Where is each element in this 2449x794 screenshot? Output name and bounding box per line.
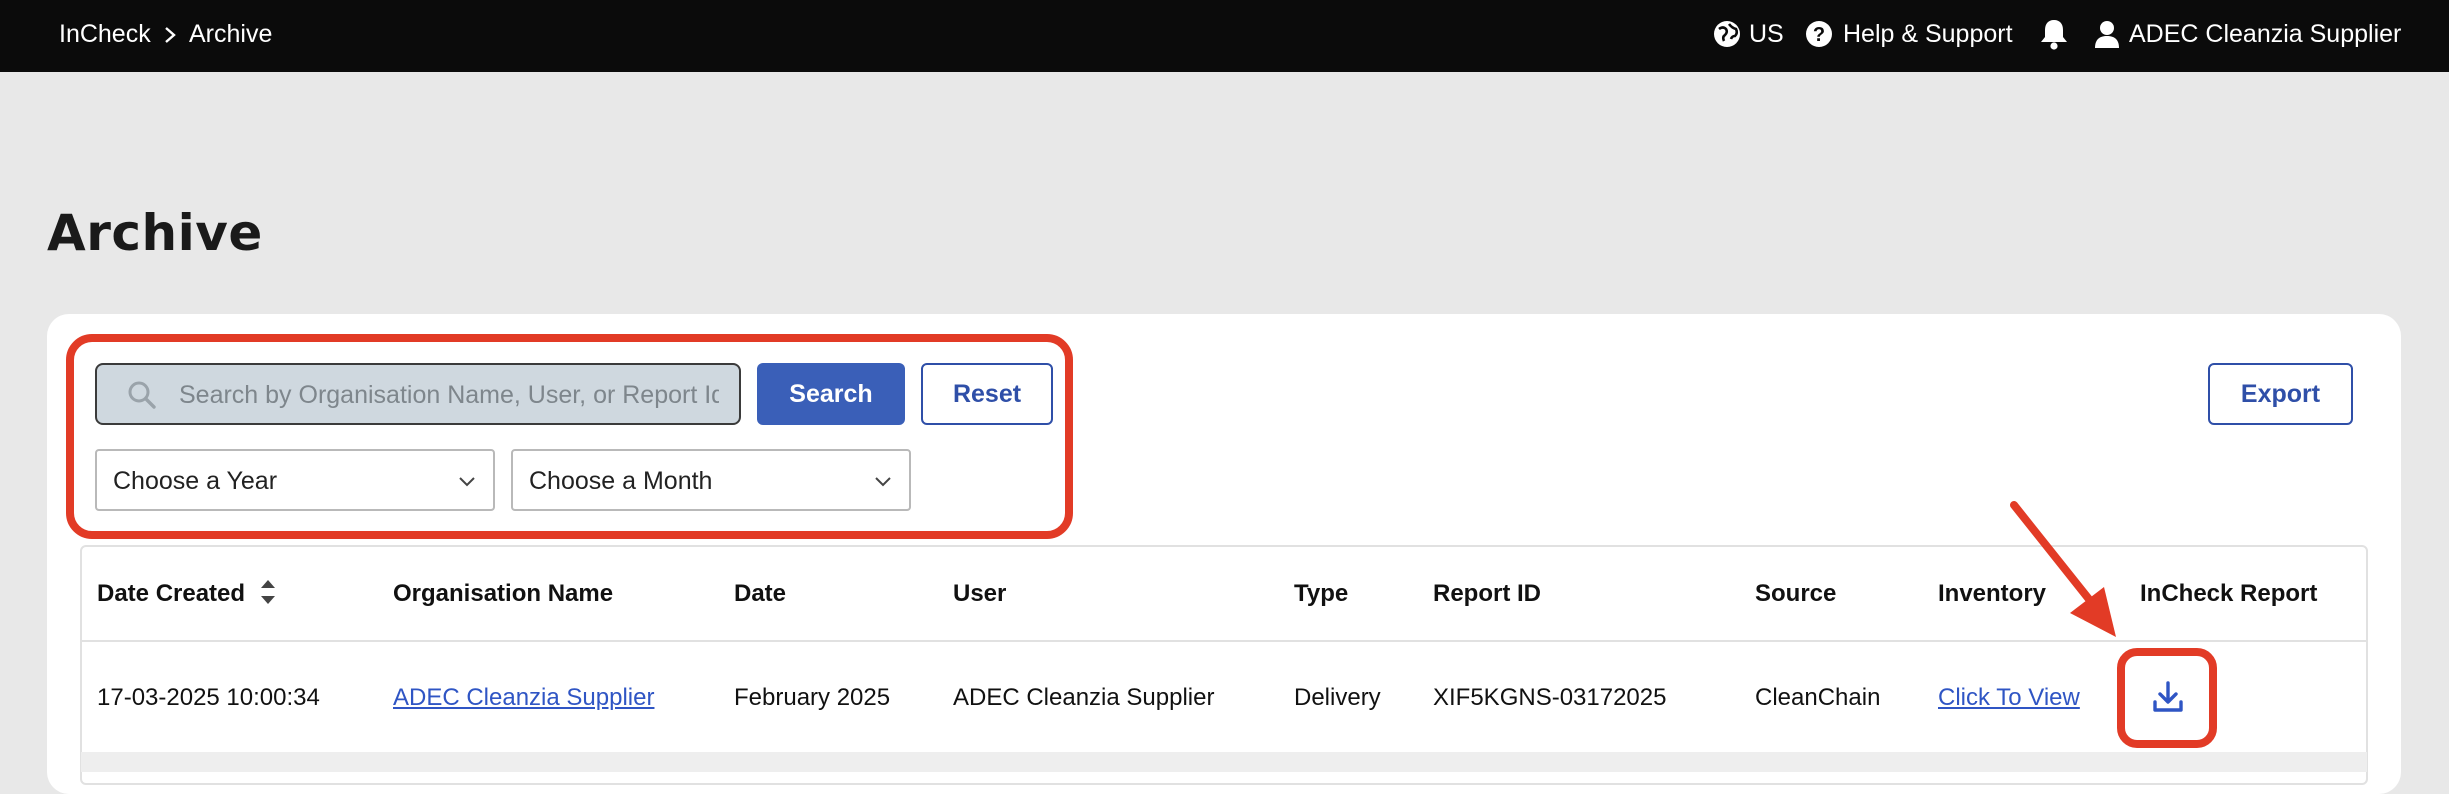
cell-date-created: 17-03-2025 10:00:34	[97, 684, 320, 711]
cell-user: ADEC Cleanzia Supplier	[953, 684, 1215, 711]
top-nav-bar: InCheck Archive US ? Help & Support ADEC…	[0, 0, 2449, 72]
region-selector[interactable]: US	[1713, 16, 1784, 52]
annotation-arrow	[2010, 501, 2116, 637]
page-title: Archive	[47, 204, 263, 262]
help-support-label: Help & Support	[1843, 19, 2013, 48]
cell-inventory-link[interactable]: Click To View	[1938, 684, 2080, 712]
help-support-link[interactable]: ? Help & Support	[1805, 16, 2013, 52]
column-header-source: Source	[1755, 580, 1837, 607]
cell-report-id: XIF5KGNS-03172025	[1433, 684, 1667, 711]
user-icon	[2095, 21, 2119, 48]
annotation-highlight-filters	[66, 334, 1073, 539]
column-header-incheck-report: InCheck Report	[2140, 580, 2318, 607]
cell-source: CleanChain	[1755, 684, 1881, 711]
globe-icon	[1714, 21, 1740, 47]
user-name: ADEC Cleanzia Supplier	[2129, 19, 2402, 48]
bell-icon	[2041, 20, 2067, 50]
breadcrumb-incheck[interactable]: InCheck	[59, 20, 151, 49]
notifications-button[interactable]	[2039, 16, 2069, 52]
column-header-organisation: Organisation Name	[393, 580, 614, 607]
region-label: US	[1749, 19, 1784, 48]
svg-text:?: ?	[1813, 24, 1825, 46]
chevron-right-icon	[165, 27, 176, 43]
table-row-next	[81, 752, 2367, 772]
column-header-type: Type	[1294, 580, 1349, 607]
cell-type: Delivery	[1294, 684, 1381, 711]
annotation-highlight-download	[2117, 648, 2217, 748]
cell-date: February 2025	[734, 684, 891, 711]
column-header-date: Date	[734, 580, 787, 607]
question-circle-icon: ?	[1806, 21, 1832, 47]
user-menu[interactable]: ADEC Cleanzia Supplier	[2094, 16, 2401, 52]
cell-organisation-link[interactable]: ADEC Cleanzia Supplier	[393, 684, 654, 712]
export-button[interactable]: Export	[2208, 363, 2353, 425]
sort-icon[interactable]	[259, 578, 277, 606]
column-header-date-created[interactable]: Date Created	[97, 580, 245, 608]
breadcrumb-archive: Archive	[189, 20, 273, 48]
column-header-user: User	[953, 580, 1007, 607]
download-icon[interactable]	[2152, 680, 2184, 714]
column-header-report-id: Report ID	[1433, 580, 1541, 607]
